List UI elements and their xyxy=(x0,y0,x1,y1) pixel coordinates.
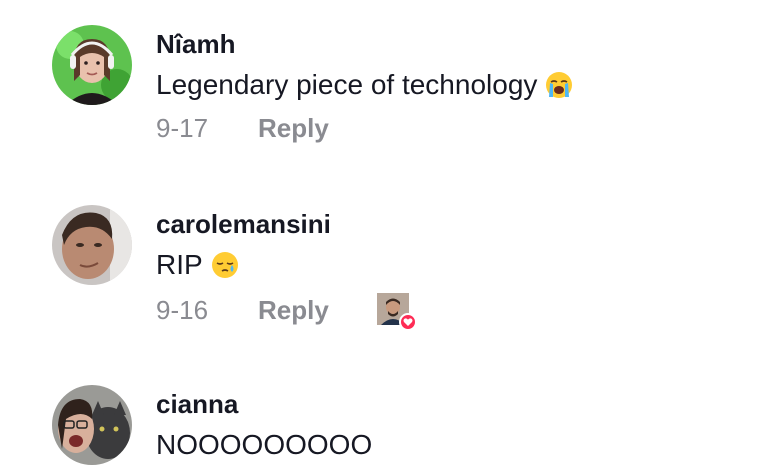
creator-liked-badge xyxy=(376,293,417,331)
comment-date: 9-17 xyxy=(156,113,209,143)
reply-button[interactable]: Reply xyxy=(258,113,329,144)
avatar[interactable] xyxy=(52,25,132,105)
comment-username[interactable]: Nîamh xyxy=(156,29,235,60)
comment-meta: 9-17 Reply xyxy=(156,113,329,144)
comment-text: RIP xyxy=(156,249,239,281)
loudly-crying-face-icon xyxy=(545,71,573,99)
comment-meta: 9-16 Reply xyxy=(156,293,417,331)
comment-text-content: NOOOOOOOOO xyxy=(156,429,373,460)
comment-text: Legendary piece of technology xyxy=(156,69,573,101)
avatar[interactable] xyxy=(52,385,132,465)
heart-icon xyxy=(398,313,417,331)
comment-date: 9-16 xyxy=(156,294,209,325)
comment-username[interactable]: carolemansini xyxy=(156,209,331,240)
comment-text: NOOOOOOOOO xyxy=(156,429,372,461)
comment-username[interactable]: cianna xyxy=(156,389,238,420)
comment-text-content: Legendary piece of technology xyxy=(156,69,538,100)
reply-button[interactable]: Reply xyxy=(258,295,329,326)
avatar[interactable] xyxy=(52,205,132,285)
comment-list: Nîamh Legendary piece of technology 9-17… xyxy=(0,0,762,474)
comment-text-content: RIP xyxy=(156,249,203,280)
sleepy-face-icon xyxy=(211,251,239,279)
